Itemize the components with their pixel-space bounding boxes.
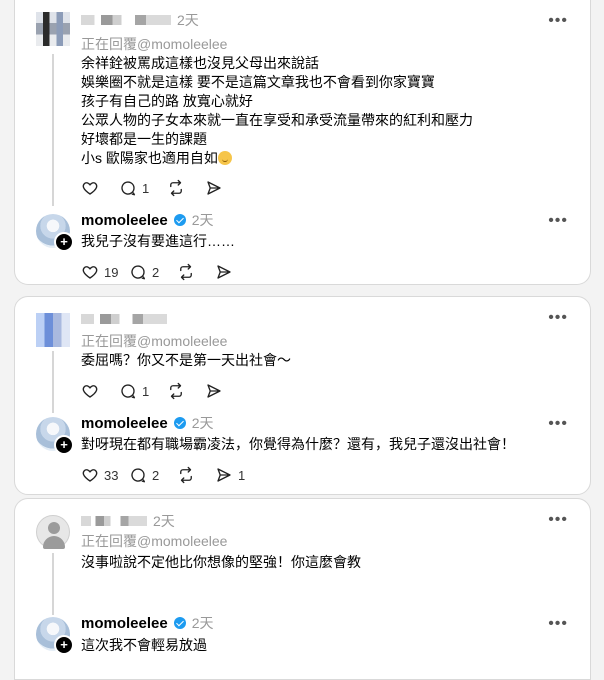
share-button[interactable]: 1: [215, 466, 255, 484]
repost-button[interactable]: [167, 179, 205, 197]
heart-icon: [82, 385, 98, 398]
timestamp[interactable]: 2天: [192, 613, 214, 633]
replying-to-label[interactable]: 正在回覆@momoleelee: [81, 34, 227, 54]
thread-line: [52, 54, 54, 206]
reply-count: 2: [152, 467, 160, 483]
heart-icon: [82, 266, 98, 279]
thread-line: [52, 553, 54, 615]
repost-button[interactable]: [177, 466, 215, 484]
send-icon: [207, 384, 221, 398]
like-count: 33: [104, 467, 119, 483]
post-text: 委屈嗎？你又不是第一天出社會～: [81, 352, 291, 368]
timestamp[interactable]: 2天: [192, 210, 214, 230]
username[interactable]: momoleelee: [81, 212, 168, 229]
thread-card-1: 2天 正在回覆@momoleelee ••• 余祥銓被罵成這樣也沒見父母出來說話…: [14, 0, 591, 285]
repost-button[interactable]: [167, 382, 205, 400]
comment-icon: [121, 384, 136, 399]
post-header: momoleelee 2天: [81, 210, 214, 230]
action-bar: 1: [81, 178, 235, 198]
avatar-blurred[interactable]: [36, 313, 70, 347]
reply-button[interactable]: 1: [119, 382, 167, 400]
post-header: 2天: [81, 511, 175, 531]
post-text: 對呀現在都有職場霸凌法，你覺得為什麼？還有，我兒子還沒出社會！: [81, 436, 515, 452]
replying-to-label[interactable]: 正在回覆@momoleelee: [81, 331, 227, 351]
like-count: 19: [104, 264, 119, 280]
post-text: 沒事啦說不定他比你想像的堅強！你這麼會教: [81, 554, 361, 570]
more-icon[interactable]: •••: [548, 212, 568, 230]
follow-plus-icon[interactable]: +: [54, 635, 74, 655]
thread-line: [52, 351, 54, 413]
send-icon: [217, 265, 231, 279]
send-icon: [207, 181, 221, 195]
avatar-blurred[interactable]: [36, 12, 70, 46]
repost-button[interactable]: [177, 263, 215, 281]
username[interactable]: momoleelee: [81, 615, 168, 632]
heart-icon: [82, 182, 98, 195]
thread-card-3: 2天 正在回覆@momoleelee ••• 沒事啦說不定他比你想像的堅強！你這…: [14, 498, 591, 680]
follow-plus-icon[interactable]: +: [54, 435, 74, 455]
verified-badge-icon: [173, 417, 186, 429]
post-header: momoleelee 2天: [81, 413, 214, 433]
post-text: 我兒子沒有要進這行……: [81, 233, 235, 249]
action-bar: 19 2: [81, 262, 245, 282]
timestamp[interactable]: 2天: [153, 511, 175, 531]
like-button[interactable]: [81, 179, 119, 197]
heart-icon: [82, 469, 98, 482]
like-button[interactable]: [81, 382, 119, 400]
repost-icon: [180, 466, 192, 484]
reply-count: 1: [142, 383, 150, 399]
more-icon[interactable]: •••: [548, 415, 568, 433]
timestamp[interactable]: 2天: [192, 413, 214, 433]
action-bar: 1: [81, 381, 235, 401]
default-avatar-icon[interactable]: [36, 515, 70, 549]
post-header: [81, 309, 167, 329]
more-icon[interactable]: •••: [548, 615, 568, 633]
repost-icon: [170, 382, 182, 400]
reply-button[interactable]: 2: [129, 466, 177, 484]
more-icon[interactable]: •••: [548, 309, 568, 327]
share-count: 1: [238, 467, 246, 483]
repost-icon: [170, 179, 182, 197]
reply-button[interactable]: 1: [119, 179, 167, 197]
like-button[interactable]: 33: [81, 466, 129, 484]
repost-icon: [180, 263, 192, 281]
share-button[interactable]: [205, 179, 235, 197]
share-button[interactable]: [205, 382, 235, 400]
post-header: 2天: [81, 10, 199, 30]
verified-badge-icon: [173, 214, 186, 226]
smile-emoji-icon: [217, 151, 232, 165]
comment-icon: [121, 181, 136, 196]
send-icon: [217, 468, 231, 482]
replying-to-label[interactable]: 正在回覆@momoleelee: [81, 531, 227, 551]
reply-count: 1: [142, 180, 150, 196]
post-text: 余祥銓被罵成這樣也沒見父母出來說話 娛樂圈不就是這樣 要不是這篇文章我也不會看到…: [81, 55, 473, 166]
action-bar: 33 2 1: [81, 465, 255, 485]
like-button[interactable]: 19: [81, 263, 129, 281]
more-icon[interactable]: •••: [548, 12, 568, 30]
verified-badge-icon: [173, 617, 186, 629]
username-redacted[interactable]: [81, 516, 147, 526]
follow-plus-icon[interactable]: +: [54, 232, 74, 252]
thread-card-2: 正在回覆@momoleelee ••• 委屈嗎？你又不是第一天出社會～ 1 + …: [14, 296, 591, 495]
comment-icon: [131, 265, 146, 280]
more-icon[interactable]: •••: [548, 511, 568, 529]
share-button[interactable]: [215, 263, 245, 281]
username-redacted[interactable]: [81, 314, 167, 324]
username-redacted[interactable]: [81, 15, 171, 25]
reply-count: 2: [152, 264, 160, 280]
reply-button[interactable]: 2: [129, 263, 177, 281]
timestamp[interactable]: 2天: [177, 10, 199, 30]
post-header: momoleelee 2天: [81, 613, 214, 633]
comment-icon: [131, 468, 146, 483]
username[interactable]: momoleelee: [81, 415, 168, 432]
post-text: 這次我不會輕易放過: [81, 637, 207, 653]
